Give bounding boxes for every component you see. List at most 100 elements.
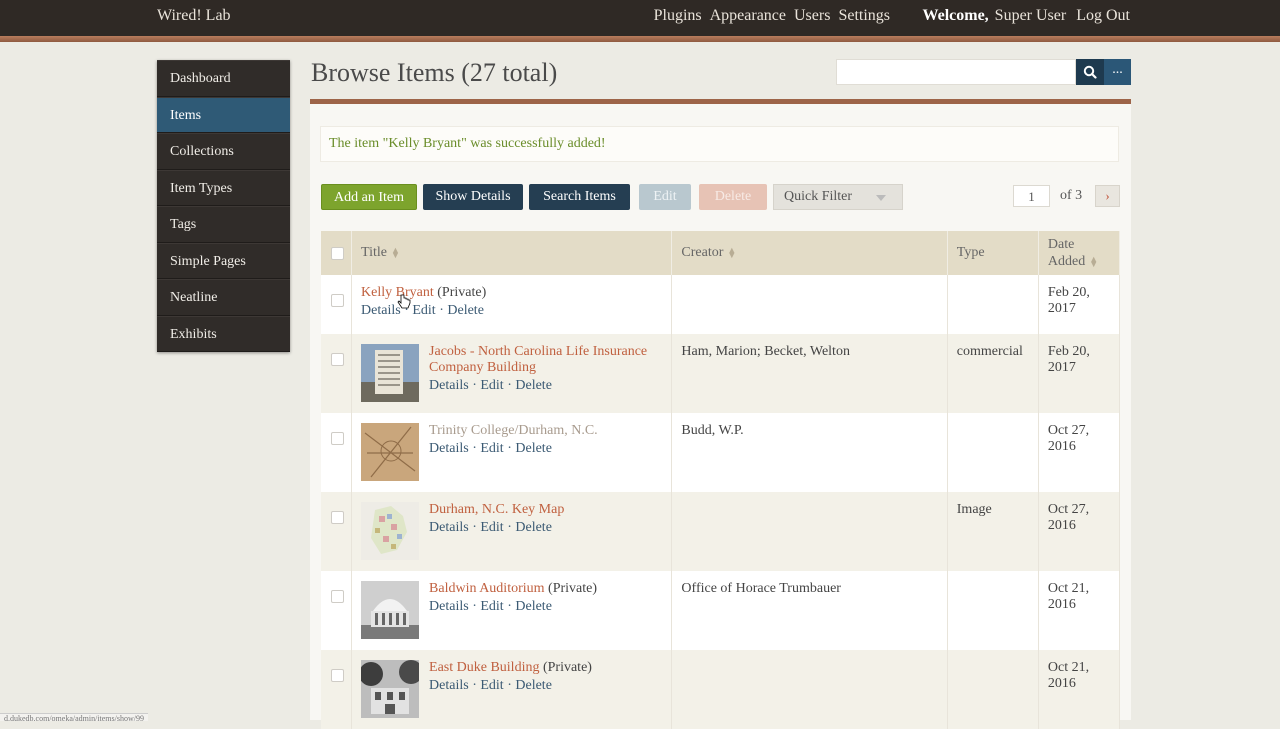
separator: · <box>507 599 512 614</box>
delete-link[interactable]: Delete <box>515 378 552 393</box>
item-title-link[interactable]: Durham, N.C. Key Map <box>429 502 564 517</box>
batch-edit-button[interactable]: Edit <box>639 184 691 210</box>
date-line-1: Oct 27, <box>1047 502 1090 517</box>
row-actions: Details · Edit · Delete <box>429 441 598 457</box>
nav-users[interactable]: Users <box>794 7 830 25</box>
item-title-link[interactable]: East Duke Building <box>429 660 539 675</box>
flash-message-text: The item "Kelly Bryant" was successfully… <box>329 136 606 151</box>
next-page-button[interactable]: › <box>1095 185 1120 207</box>
date-line-2: 2016 <box>1047 597 1076 612</box>
header-creator-label: Creator <box>681 245 724 260</box>
creator-cell: Office of Horace Trumbauer <box>671 571 948 650</box>
sidebar-item-exhibits[interactable]: Exhibits <box>157 315 290 352</box>
chevron-down-icon <box>876 195 886 201</box>
item-title-link[interactable]: Trinity College/Durham, N.C. <box>429 423 598 438</box>
edit-link[interactable]: Edit <box>480 678 503 693</box>
details-link[interactable]: Details <box>429 678 469 693</box>
user-area: Welcome, Super User Log Out <box>922 7 1130 25</box>
quick-filter-dropdown[interactable]: Quick Filter <box>773 184 903 210</box>
advanced-search-button[interactable]: ... <box>1104 59 1131 85</box>
edit-link[interactable]: Edit <box>480 599 503 614</box>
item-title-link[interactable]: Jacobs - North Carolina Life Insurance C… <box>429 344 647 375</box>
row-select-cell <box>321 334 353 413</box>
separator: · <box>472 678 477 693</box>
show-details-button[interactable]: Show Details <box>423 184 523 210</box>
row-select-cell <box>321 413 353 492</box>
date-line-2: 2017 <box>1047 360 1076 375</box>
date-cell: Oct 21, 2016 <box>1038 650 1121 729</box>
sidebar-item-item-types[interactable]: Item Types <box>157 169 290 206</box>
separator: · <box>472 599 477 614</box>
sidebar-item-items[interactable]: Items <box>157 96 290 133</box>
item-thumbnail[interactable] <box>361 581 420 639</box>
edit-link[interactable]: Edit <box>480 520 503 535</box>
item-thumbnail[interactable] <box>361 423 420 481</box>
nav-settings[interactable]: Settings <box>838 7 890 25</box>
sort-icon: ▲ ▼ <box>1089 253 1099 269</box>
private-label: (Private) <box>542 660 592 675</box>
row-checkbox[interactable] <box>331 294 344 307</box>
date-line-1: Oct 27, <box>1047 423 1090 438</box>
items-table: Title ▲ ▼ Creator ▲ ▼ Type Date Added ▲ ▼ Kelly… <box>321 231 1121 729</box>
row-checkbox[interactable] <box>331 669 344 682</box>
delete-link[interactable]: Delete <box>515 441 552 456</box>
separator: · <box>472 520 477 535</box>
delete-link[interactable]: Delete <box>447 303 484 318</box>
logout-link[interactable]: Log Out <box>1076 7 1130 25</box>
date-line-1: Oct 21, <box>1047 660 1090 675</box>
item-title-link[interactable]: Baldwin Auditorium <box>429 581 545 596</box>
row-checkbox[interactable] <box>331 511 344 524</box>
sidebar-item-dashboard[interactable]: Dashboard <box>157 60 290 97</box>
page-count-label: of 3 <box>1060 188 1083 203</box>
header-creator[interactable]: Creator ▲ ▼ <box>671 231 948 275</box>
site-title-link[interactable]: Wired! Lab <box>157 7 231 25</box>
edit-link[interactable]: Edit <box>480 378 503 393</box>
date-line-1: Feb 20, <box>1047 344 1090 359</box>
table-row: Baldwin Auditorium (Private) Details · E… <box>321 571 1121 650</box>
private-label: (Private) <box>437 285 487 300</box>
select-all-checkbox[interactable] <box>331 246 344 260</box>
nav-appearance[interactable]: Appearance <box>710 7 786 25</box>
edit-link[interactable]: Edit <box>412 303 435 318</box>
header-date-added[interactable]: Date Added ▲ ▼ <box>1038 231 1121 275</box>
date-line-1: Oct 21, <box>1047 581 1090 596</box>
edit-link[interactable]: Edit <box>480 441 503 456</box>
page-title: Browse Items (27 total) <box>311 58 558 87</box>
batch-delete-button[interactable]: Delete <box>699 184 767 210</box>
table-row: East Duke Building (Private) Details · E… <box>321 650 1121 729</box>
details-link[interactable]: Details <box>361 303 401 318</box>
details-link[interactable]: Details <box>429 599 469 614</box>
search-items-button[interactable]: Search Items <box>529 184 630 210</box>
row-checkbox[interactable] <box>331 590 344 603</box>
delete-link[interactable]: Delete <box>515 520 552 535</box>
date-cell: Feb 20, 2017 <box>1038 334 1121 413</box>
page-number-input[interactable]: 1 <box>1013 185 1050 207</box>
user-name-link[interactable]: Super User <box>995 7 1067 25</box>
details-link[interactable]: Details <box>429 441 469 456</box>
nav-plugins[interactable]: Plugins <box>654 7 702 25</box>
row-actions: Details · Edit · Delete <box>429 678 592 694</box>
header-title[interactable]: Title ▲ ▼ <box>351 231 673 275</box>
delete-link[interactable]: Delete <box>515 599 552 614</box>
item-thumbnail[interactable] <box>361 344 420 402</box>
add-item-button[interactable]: Add an Item <box>321 184 417 210</box>
row-checkbox[interactable] <box>331 432 344 445</box>
date-cell: Oct 21, 2016 <box>1038 571 1121 650</box>
search-button[interactable] <box>1076 59 1104 85</box>
details-link[interactable]: Details <box>429 378 469 393</box>
date-line-2: 2016 <box>1047 518 1076 533</box>
hand-cursor-icon <box>397 294 411 309</box>
sidebar-item-collections[interactable]: Collections <box>157 133 290 170</box>
item-thumbnail[interactable] <box>361 502 420 560</box>
sidebar-item-tags[interactable]: Tags <box>157 206 290 243</box>
item-thumbnail[interactable] <box>361 660 420 718</box>
sidebar-item-simple-pages[interactable]: Simple Pages <box>157 242 290 279</box>
date-cell: Oct 27, 2016 <box>1038 413 1121 492</box>
sidebar-item-neatline[interactable]: Neatline <box>157 279 290 316</box>
row-checkbox[interactable] <box>331 353 344 366</box>
title-cell: East Duke Building (Private) Details · E… <box>351 650 673 729</box>
search-input[interactable] <box>836 59 1076 85</box>
details-link[interactable]: Details <box>429 520 469 535</box>
delete-link[interactable]: Delete <box>515 678 552 693</box>
table-row: Kelly Bryant (Private) Details · Edit · … <box>321 275 1121 334</box>
